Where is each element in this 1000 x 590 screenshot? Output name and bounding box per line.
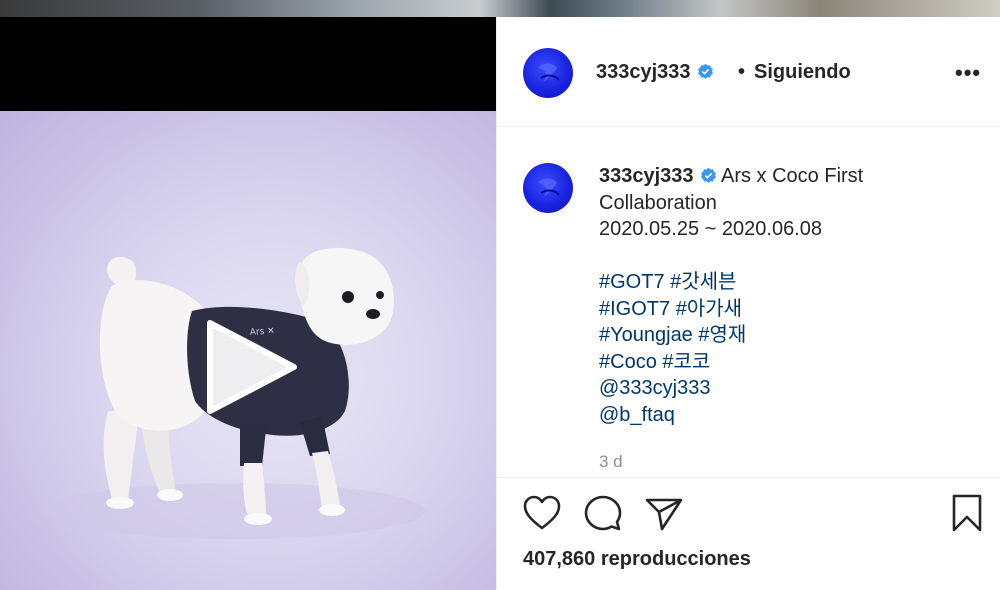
play-icon[interactable] — [202, 317, 302, 417]
verified-icon — [697, 63, 713, 79]
heart-icon[interactable] — [523, 495, 561, 531]
caption-title-cont: Collaboration — [599, 191, 717, 214]
hashtag-line[interactable]: #Coco #코코 — [599, 349, 989, 376]
caption-date-range: 2020.05.25 ~ 2020.06.08 — [599, 218, 822, 240]
more-options-button[interactable]: ••• — [955, 60, 981, 86]
mention-link[interactable]: @b_ftaq — [599, 402, 989, 429]
background-strip — [0, 0, 1000, 17]
instagram-post-view: Ars ✕ 333cyj333 • Siguiendo ••• 333cyj33… — [0, 0, 1000, 590]
post-timestamp[interactable]: 3 d — [599, 452, 623, 472]
action-bar: 407,860 reproducciones — [497, 477, 1000, 590]
post-details-panel: 333cyj333 • Siguiendo ••• 333cyj333 Ars … — [496, 17, 1000, 590]
share-icon[interactable] — [645, 497, 683, 531]
video-letterbox — [0, 17, 496, 111]
video-frame[interactable]: Ars ✕ — [0, 111, 496, 590]
bookmark-icon[interactable] — [951, 494, 983, 532]
views-count[interactable]: 407,860 reproducciones — [523, 548, 751, 571]
video-player[interactable]: Ars ✕ — [0, 17, 496, 590]
mention-link[interactable]: @333cyj333 — [599, 375, 989, 402]
caption-section: 333cyj333 Ars x Coco First Collaboration… — [497, 127, 1000, 477]
username-link[interactable]: 333cyj333 — [596, 61, 714, 84]
verified-icon — [700, 167, 716, 183]
separator-dot: • — [738, 61, 746, 83]
comment-icon[interactable] — [584, 495, 622, 533]
avatar[interactable] — [523, 48, 573, 98]
hashtag-line[interactable]: #Youngjae #영재 — [599, 322, 989, 349]
post-header: 333cyj333 • Siguiendo ••• — [497, 17, 1000, 127]
username-text[interactable]: 333cyj333 — [596, 61, 691, 83]
caption-username[interactable]: 333cyj333 — [599, 165, 694, 187]
hashtag-line[interactable]: #GOT7 #갓세븐 — [599, 269, 989, 296]
following-button[interactable]: Siguiendo — [754, 61, 851, 84]
caption-text: 333cyj333 Ars x Coco First Collaboration… — [599, 163, 989, 428]
hashtag-line[interactable]: #IGOT7 #아가새 — [599, 296, 989, 323]
caption-title: Ars x Coco First — [721, 165, 864, 187]
caption-avatar[interactable] — [523, 163, 573, 213]
